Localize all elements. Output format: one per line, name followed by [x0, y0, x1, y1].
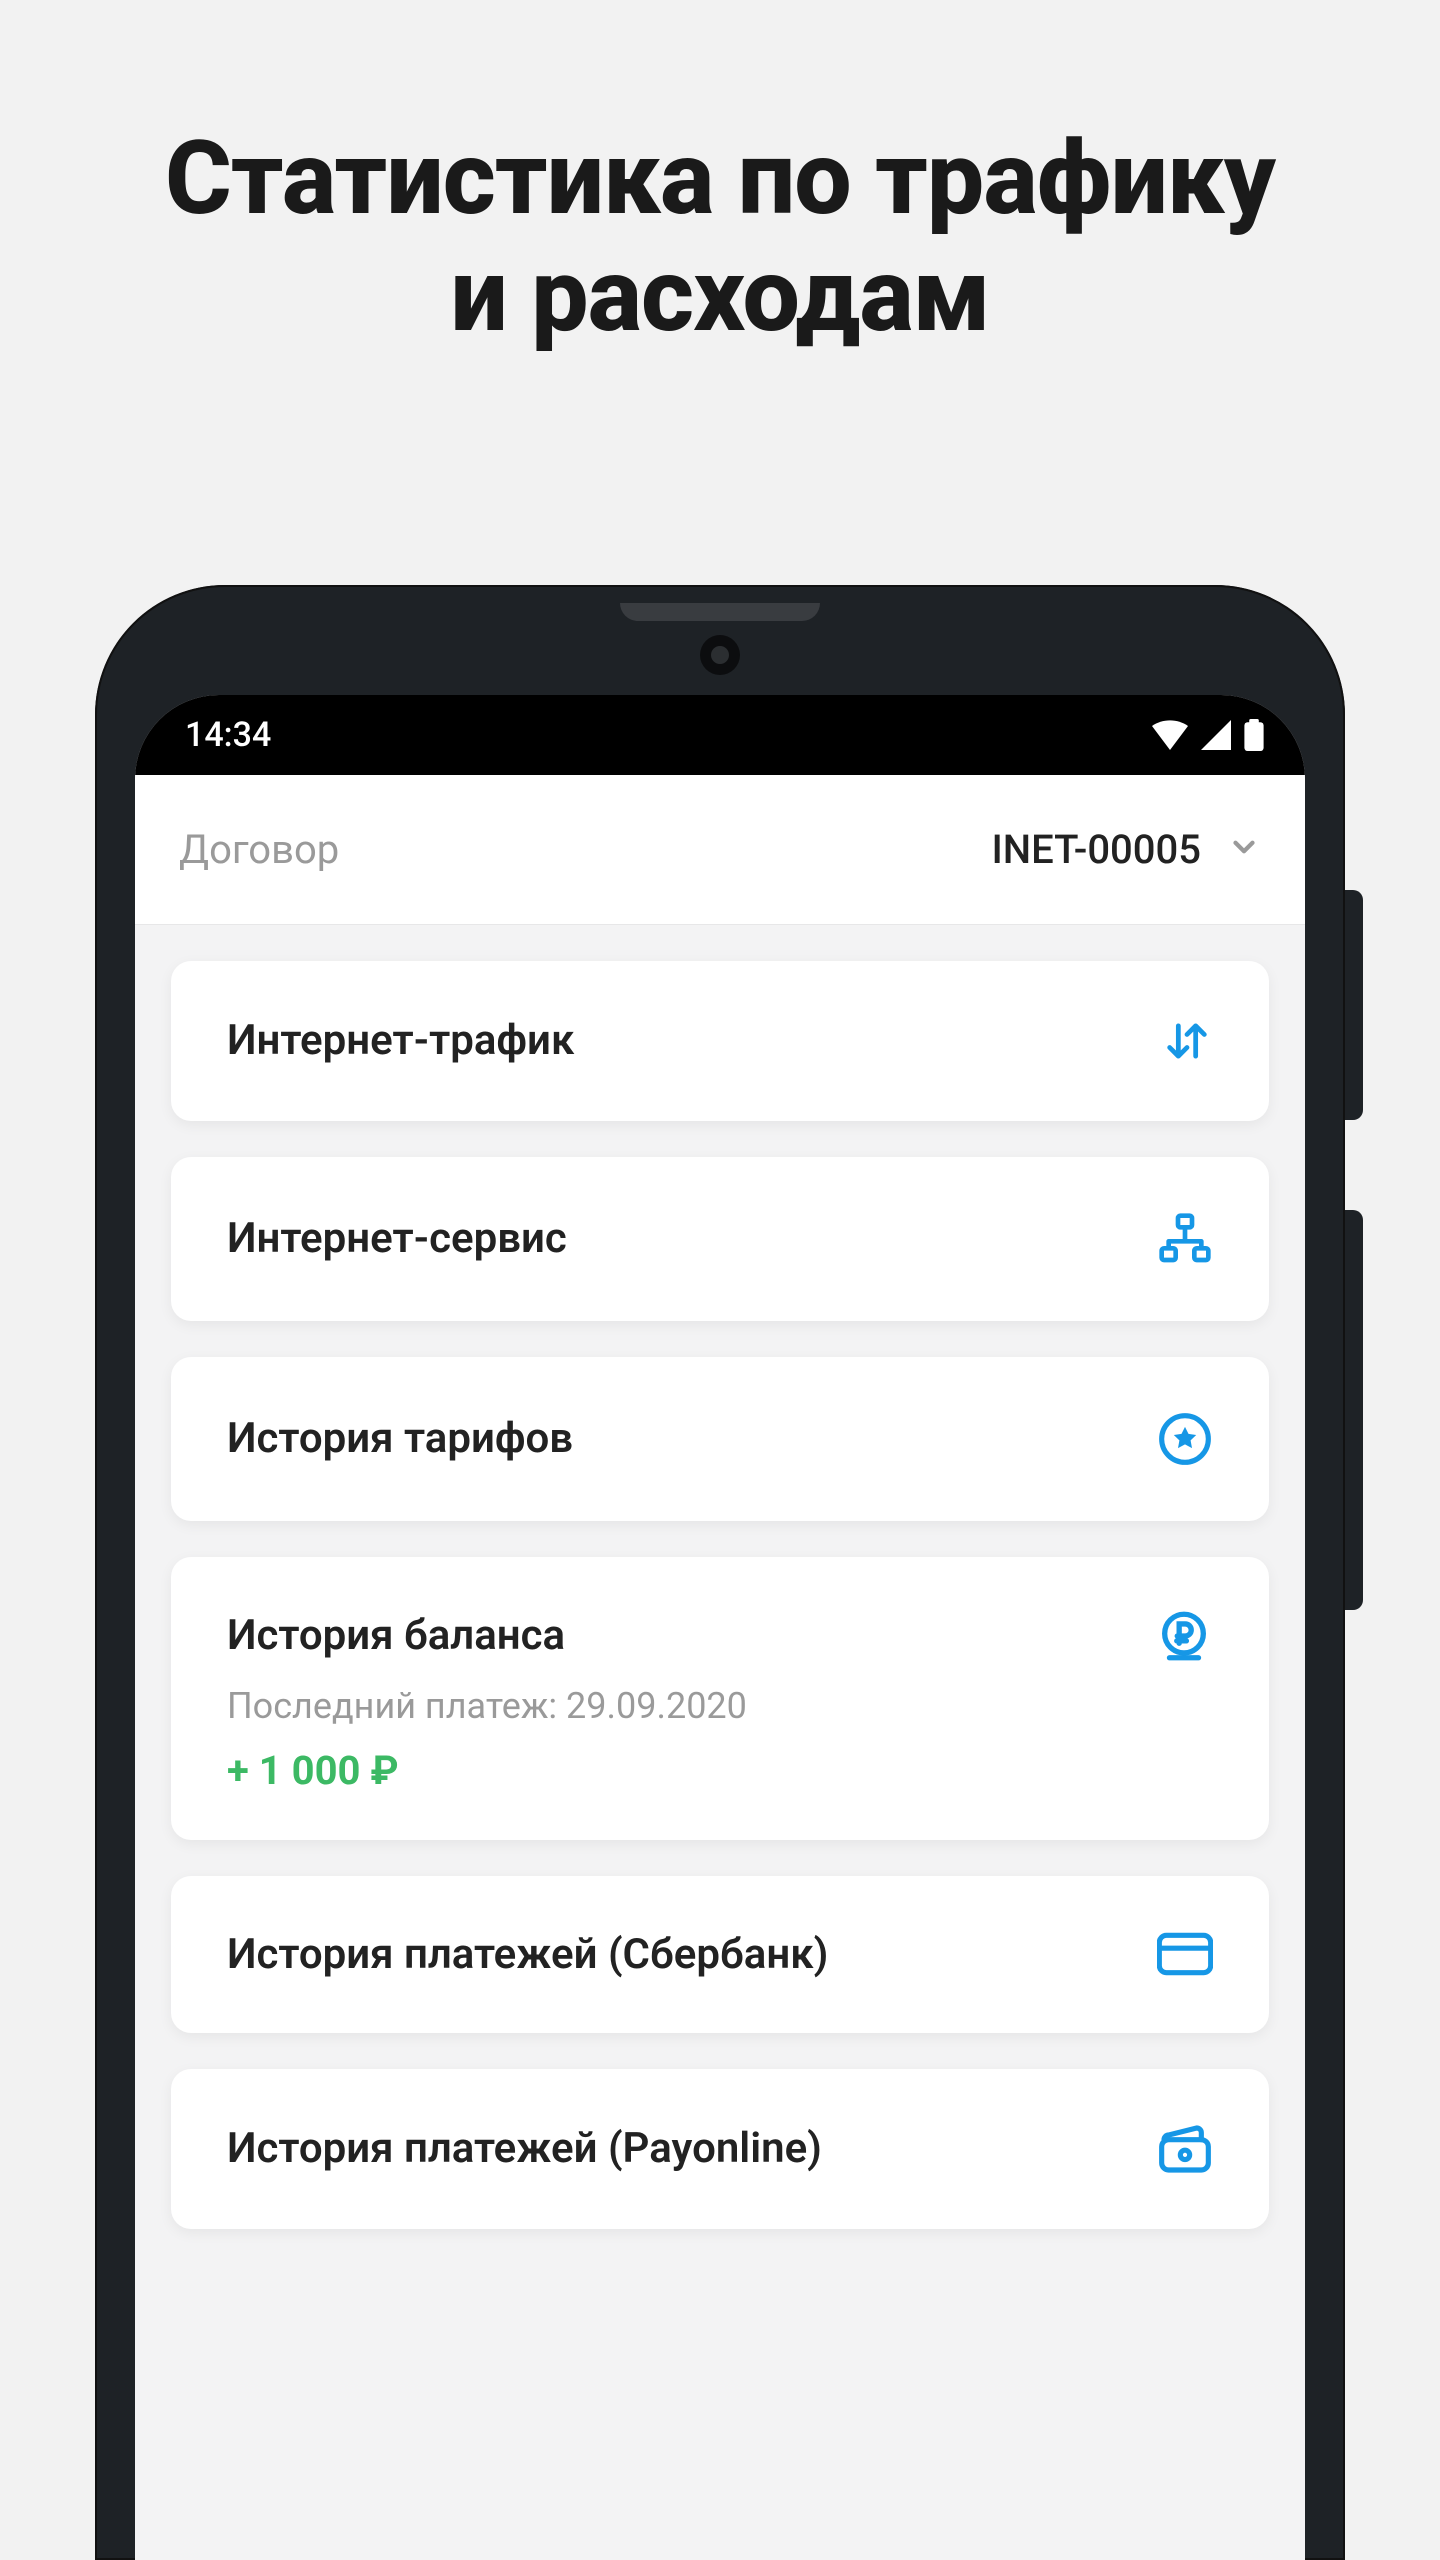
status-time: 14:34	[185, 715, 271, 755]
page-headline: Статистика по трафику и расходам	[165, 120, 1275, 355]
network-icon	[1157, 1211, 1213, 1267]
contract-value: INET-00005	[991, 826, 1201, 873]
balance-last-payment: Последний платеж: 29.09.2020	[227, 1685, 1213, 1727]
card-tariff-history[interactable]: История тарифов	[171, 1357, 1269, 1521]
cellular-icon	[1199, 720, 1233, 750]
wifi-icon	[1151, 720, 1189, 750]
phone-camera	[700, 635, 740, 675]
headline-line-2: и расходам	[450, 235, 989, 355]
card-list: Интернет-трафик Интернет-сервис	[135, 925, 1305, 2265]
card-title: История тарифов	[227, 1414, 573, 1463]
card-title: История платежей (Payonline)	[227, 2124, 822, 2173]
wallet-icon	[1157, 2123, 1213, 2175]
card-balance-history[interactable]: История баланса Последний платеж: 29.09.…	[171, 1557, 1269, 1840]
phone-screen: 14:34	[135, 695, 1305, 2560]
phone-frame: 14:34	[95, 585, 1345, 2560]
headline-line-1: Статистика по трафику	[165, 118, 1275, 238]
up-down-arrows-icon	[1161, 1015, 1213, 1067]
contract-label: Договор	[179, 826, 339, 873]
contract-selector[interactable]: Договор INET-00005	[135, 775, 1305, 925]
battery-icon	[1243, 719, 1265, 751]
ruble-coin-icon	[1155, 1607, 1213, 1665]
status-icons	[1151, 719, 1265, 751]
balance-amount: + 1 000 ₽	[227, 1747, 1213, 1794]
phone-side-button-upper	[1345, 890, 1363, 1120]
chevron-down-icon	[1227, 830, 1261, 868]
credit-card-icon	[1157, 1932, 1213, 1976]
card-payments-sberbank[interactable]: История платежей (Сбербанк)	[171, 1876, 1269, 2033]
card-title: Интернет-трафик	[227, 1016, 574, 1065]
card-payments-payonline[interactable]: История платежей (Payonline)	[171, 2069, 1269, 2229]
card-internet-traffic[interactable]: Интернет-трафик	[171, 961, 1269, 1121]
card-internet-service[interactable]: Интернет-сервис	[171, 1157, 1269, 1321]
star-badge-icon	[1157, 1411, 1213, 1467]
card-title: История баланса	[227, 1611, 565, 1660]
phone-side-button-lower	[1345, 1210, 1363, 1610]
card-title: История платежей (Сбербанк)	[227, 1930, 828, 1979]
status-bar: 14:34	[135, 695, 1305, 775]
card-title: Интернет-сервис	[227, 1214, 567, 1263]
